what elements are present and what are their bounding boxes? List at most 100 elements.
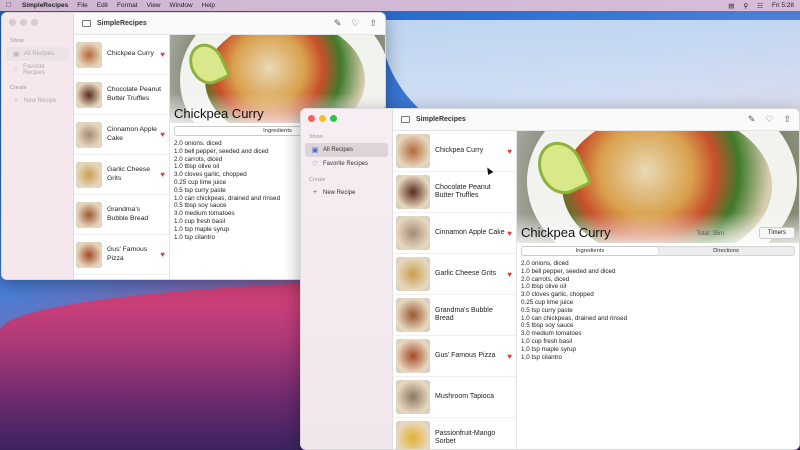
sidebar: Show ▣ All Recipes ♡ Favorite Recipes Cr… <box>301 109 393 449</box>
ingredients-list: 2.0 onions, diced 1.0 bell pepper, seeded… <box>517 256 799 365</box>
menu-view[interactable]: View <box>147 2 161 9</box>
recipe-thumbnail <box>76 121 102 148</box>
detail-tabs: Ingredients Directions <box>521 246 795 256</box>
recipe-row[interactable]: Grandma's Bubble Bread <box>393 295 516 336</box>
ingredient-line: 1.0 tsp cilantro <box>521 353 562 361</box>
recipe-row[interactable]: Chocolate Peanut Butter Truffles <box>74 75 169 115</box>
tray-icon: ▣ <box>311 147 319 154</box>
ingredient-line: 1.0 bell pepper, seeded and diced <box>521 267 616 275</box>
toolbar: SimpleRecipes ✎ ♡ ⇧ <box>74 13 385 35</box>
sidebar-item-all-recipes[interactable]: ▣ All Recipes <box>6 47 69 61</box>
ingredient-line: 2.0 onions, diced <box>521 260 569 267</box>
recipe-row[interactable]: Chocolate Peanut Butter Truffles <box>393 172 516 213</box>
sidebar-item-favorite-recipes[interactable]: ♡ Favorite Recipes <box>305 157 388 171</box>
recipe-title: Chickpea Curry <box>521 225 611 240</box>
edit-pencil-icon[interactable]: ✎ <box>334 18 342 29</box>
ingredient-line: 0.25 cup lime juice <box>521 298 574 306</box>
favorite-heart-icon[interactable]: ♥ <box>160 130 165 139</box>
heart-outline-icon: ♡ <box>311 161 319 168</box>
share-icon[interactable]: ⇧ <box>783 114 791 125</box>
sidebar-item-all-recipes[interactable]: ▣ All Recipes <box>305 143 388 157</box>
sidebar-item-favorite-recipes[interactable]: ♡ Favorite Recipes <box>6 61 69 79</box>
tab-ingredients[interactable]: Ingredients <box>522 247 658 255</box>
recipe-thumbnail <box>76 161 102 188</box>
minimize-button[interactable] <box>20 19 27 26</box>
favorite-heart-icon[interactable]: ♥ <box>507 229 512 238</box>
menu-format[interactable]: Format <box>117 2 138 9</box>
recipe-row[interactable]: Passionfruit-Mango Sorbet <box>393 418 516 449</box>
control-strip-icon[interactable]: ▤ <box>728 2 734 10</box>
favorite-heart-icon[interactable]: ♥ <box>160 170 165 179</box>
recipe-name: Mushroom Tapioca <box>435 392 495 400</box>
menu-edit[interactable]: Edit <box>97 2 108 9</box>
recipe-row[interactable]: Cinnamon Apple Cake ♥ <box>74 115 169 155</box>
recipe-row[interactable]: Cinnamon Apple Cake ♥ <box>393 213 516 254</box>
recipe-name: Gus' Famous Pizza <box>435 351 496 359</box>
sidebar-item-new-recipe[interactable]: + New Recipe <box>6 94 69 107</box>
favorite-heart-icon[interactable]: ♥ <box>160 50 165 59</box>
menu-window[interactable]: Window <box>170 2 193 9</box>
menu-help[interactable]: Help <box>202 2 215 9</box>
edit-pencil-icon[interactable]: ✎ <box>748 114 756 125</box>
sidebar-toggle-icon[interactable] <box>401 116 410 123</box>
recipe-row[interactable]: Garlic Cheese Grits ♥ <box>393 254 516 295</box>
main-window[interactable]: Show ▣ All Recipes ♡ Favorite Recipes Cr… <box>300 108 800 450</box>
total-time: Total: 35m <box>696 231 724 237</box>
ingredient-line: 0.5 tbsp soy sauce <box>521 322 574 330</box>
ingredient-line: 1.0 can chickpeas, drained and rinsed <box>521 314 628 322</box>
window-title: SimpleRecipes <box>97 20 147 27</box>
recipe-row[interactable]: Chickpea Curry ♥ <box>393 131 516 172</box>
recipe-thumbnail <box>396 298 430 332</box>
recipe-row[interactable]: Gus' Famous Pizza ♥ <box>74 235 169 275</box>
menu-file[interactable]: File <box>77 2 87 9</box>
menu-clock[interactable]: Fri 5:28 <box>772 2 794 9</box>
recipe-thumbnail <box>396 216 430 250</box>
share-icon[interactable]: ⇧ <box>369 18 377 29</box>
recipe-name: Grandma's Bubble Bread <box>435 306 493 322</box>
window-controls <box>2 13 73 32</box>
menu-app-name[interactable]: SimpleRecipes <box>22 2 68 9</box>
recipe-row[interactable]: Chickpea Curry ♥ <box>74 35 169 75</box>
recipe-list[interactable]: Chickpea Curry ♥ Chocolate Peanut Butter T… <box>74 35 170 279</box>
recipe-row[interactable]: Gus' Famous Pizza ♥ <box>393 336 516 377</box>
sidebar-item-new-recipe[interactable]: + New Recipe <box>305 186 388 199</box>
close-button[interactable] <box>9 19 16 26</box>
zoom-button[interactable] <box>330 115 337 122</box>
close-button[interactable] <box>308 115 315 122</box>
plus-icon: + <box>312 189 318 196</box>
control-center-icon[interactable]: ☷ <box>757 2 763 10</box>
recipe-detail: Chickpea Curry Total: 35m Timers Ingredi… <box>517 131 799 449</box>
sidebar-section-create: Create <box>10 85 27 91</box>
favorite-heart-icon[interactable]: ♥ <box>507 147 512 156</box>
tab-directions[interactable]: Directions <box>658 247 794 255</box>
sidebar-toggle-icon[interactable] <box>82 20 91 27</box>
apple-icon[interactable]:  <box>6 2 14 9</box>
recipe-name: Garlic Cheese Grits <box>435 269 497 277</box>
spotlight-icon[interactable]: ⚲ <box>743 2 748 10</box>
recipe-thumbnail <box>396 421 430 449</box>
recipe-row[interactable]: Mushroom Tapioca <box>74 275 169 279</box>
favorite-heart-icon[interactable]: ♡ <box>351 18 359 29</box>
sidebar-section-create: Create <box>309 177 326 183</box>
zoom-button[interactable] <box>31 19 38 26</box>
recipe-title: Chickpea Curry <box>174 106 264 121</box>
plus-icon: + <box>13 97 19 104</box>
favorite-heart-icon[interactable]: ♥ <box>507 352 512 361</box>
recipe-name: Cinnamon Apple Cake <box>107 126 157 142</box>
ingredient-line: 3.0 medium tomatoes <box>521 330 582 338</box>
recipe-row[interactable]: Grandma's Bubble Bread <box>74 195 169 235</box>
recipe-row[interactable]: Garlic Cheese Grits ♥ <box>74 155 169 195</box>
sidebar-item-label: Favorite Recipes <box>323 161 369 167</box>
favorite-heart-icon[interactable]: ♥ <box>507 270 512 279</box>
minimize-button[interactable] <box>319 115 326 122</box>
sidebar-item-label: New Recipe <box>323 189 356 196</box>
sidebar-item-label: New Recipe <box>24 97 57 104</box>
ingredient-line: 0.5 tsp curry paste <box>521 306 573 314</box>
timers-button[interactable]: Timers <box>758 227 795 239</box>
recipe-hero-image: Chickpea Curry Total: 35m Timers <box>517 131 799 243</box>
favorite-heart-icon[interactable]: ♥ <box>160 250 165 259</box>
recipe-row[interactable]: Mushroom Tapioca <box>393 377 516 418</box>
toolbar: SimpleRecipes ✎ ♡ ⇧ <box>393 109 799 131</box>
favorite-heart-icon[interactable]: ♡ <box>765 114 773 125</box>
recipe-list[interactable]: Chickpea Curry ♥ Chocolate Peanut Butter T… <box>393 131 517 449</box>
